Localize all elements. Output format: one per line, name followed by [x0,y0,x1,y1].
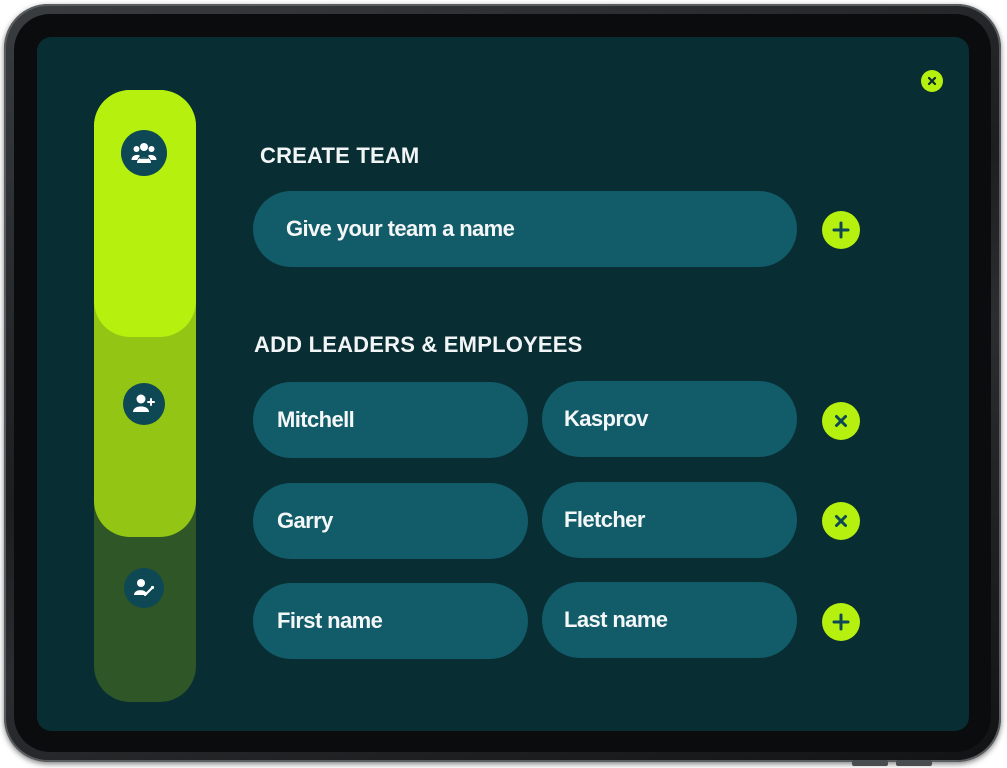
first-name-value: Garry [277,508,333,533]
stepper-step-1[interactable] [94,90,196,337]
last-name-value: Kasprov [564,406,648,431]
tablet-volume-button [852,760,888,766]
add-member-button[interactable] [822,603,860,641]
plus-icon [832,221,850,239]
first-name-field[interactable]: Mitchell [253,382,528,458]
members-heading: ADD LEADERS & EMPLOYEES [254,332,583,357]
remove-member-button[interactable] [822,502,860,540]
plus-icon [832,613,850,631]
create-team-heading: CREATE TEAM [260,143,420,168]
team-icon [121,130,167,176]
new-last-name-input[interactable]: Last name [542,582,797,658]
close-button[interactable] [921,70,943,92]
remove-member-button[interactable] [822,402,860,440]
first-name-placeholder: First name [277,608,383,633]
first-name-value: Mitchell [277,407,355,432]
add-team-button[interactable] [822,211,860,249]
add-user-icon [123,383,165,425]
last-name-field[interactable]: Fletcher [542,482,797,558]
close-icon [835,515,847,527]
team-name-placeholder: Give your team a name [286,216,515,241]
last-name-value: Fletcher [564,507,645,532]
team-name-input[interactable]: Give your team a name [253,191,797,267]
new-first-name-input[interactable]: First name [253,583,528,659]
last-name-field[interactable]: Kasprov [542,381,797,457]
tablet-volume-button [896,760,932,766]
last-name-placeholder: Last name [564,607,668,632]
assign-user-icon [124,568,164,608]
close-icon [927,76,937,86]
first-name-field[interactable]: Garry [253,483,528,559]
close-icon [835,415,847,427]
